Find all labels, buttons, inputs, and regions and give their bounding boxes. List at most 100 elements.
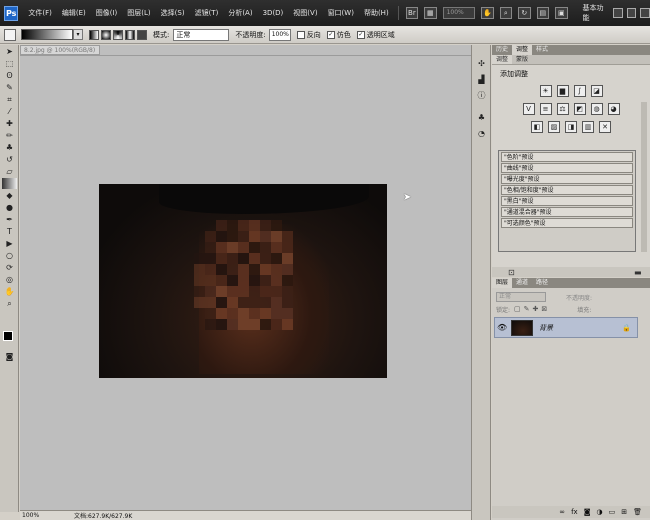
panel-options-icon[interactable]: ▬: [634, 268, 642, 277]
delete-layer-icon[interactable]: 🗑: [633, 508, 642, 516]
menu-view[interactable]: 视图(V): [288, 8, 322, 18]
foreground-color-swatch[interactable]: [3, 331, 13, 341]
mode-select[interactable]: 正常: [173, 28, 230, 41]
new-layer-icon[interactable]: ⊞: [621, 508, 627, 516]
linear-gradient-icon[interactable]: [89, 29, 99, 40]
brush-tool-icon[interactable]: ✏: [2, 130, 17, 141]
close-icon[interactable]: [640, 8, 650, 18]
blend-mode-select[interactable]: 正常: [496, 292, 546, 302]
black-white-icon[interactable]: ◩: [573, 103, 586, 115]
chevron-down-icon[interactable]: ▾: [73, 29, 83, 40]
menu-file[interactable]: 文件(F): [23, 8, 57, 18]
zoom-level-dropdown[interactable]: 100%: [442, 7, 476, 19]
diamond-gradient-icon[interactable]: [137, 29, 147, 40]
dither-checkbox[interactable]: ✓: [326, 30, 335, 39]
layer-row-background[interactable]: 👁 背景 🔒: [494, 317, 638, 338]
preset-channel-mixer[interactable]: "通道混合器"预设: [501, 207, 633, 217]
preset-levels[interactable]: "色阶"预设: [501, 152, 633, 162]
pen-tool-icon[interactable]: ✒: [2, 214, 17, 225]
transparency-checkbox[interactable]: ✓: [356, 30, 365, 39]
info-icon[interactable]: ⓘ: [475, 89, 488, 101]
3d-rotate-tool-icon[interactable]: ⟳: [2, 262, 17, 273]
reverse-checkbox[interactable]: [296, 30, 305, 39]
type-tool-icon[interactable]: T: [2, 226, 17, 237]
path-select-tool-icon[interactable]: ▶: [2, 238, 17, 249]
crop-tool-icon[interactable]: ⌗: [2, 94, 17, 105]
3d-orbit-tool-icon[interactable]: ◎: [2, 274, 17, 285]
menu-help[interactable]: 帮助(H): [359, 8, 394, 18]
radial-gradient-icon[interactable]: [101, 29, 111, 40]
new-group-icon[interactable]: ▭: [609, 508, 616, 516]
gradient-tool-icon[interactable]: [2, 178, 17, 189]
tab-paths[interactable]: 路径: [532, 278, 552, 288]
channel-mixer-icon[interactable]: ◕: [607, 103, 620, 115]
image-canvas[interactable]: [99, 184, 387, 378]
healing-brush-tool-icon[interactable]: ✚: [2, 118, 17, 129]
guides-icon[interactable]: ▦: [424, 7, 437, 19]
gradient-tool-preset-icon[interactable]: [4, 28, 16, 41]
preset-exposure[interactable]: "曝光度"预设: [501, 174, 633, 184]
subtab-adjustments[interactable]: 调整: [492, 55, 513, 64]
screen-mode-icon[interactable]: ▣: [555, 7, 568, 19]
hue-saturation-icon[interactable]: ≡: [539, 103, 552, 115]
angle-gradient-icon[interactable]: [113, 29, 123, 40]
clone-source-icon[interactable]: ♣: [475, 111, 488, 123]
link-layers-icon[interactable]: ∞: [559, 508, 565, 516]
selective-color-icon[interactable]: ✕: [599, 121, 611, 133]
menu-image[interactable]: 图像(I): [91, 8, 123, 18]
menu-layer[interactable]: 图层(L): [122, 8, 155, 18]
minimize-icon[interactable]: [613, 8, 623, 18]
color-balance-icon[interactable]: ⚖: [556, 103, 569, 115]
move-tool-icon[interactable]: ➤: [2, 46, 17, 57]
document-size-info[interactable]: 文档:627.9K/627.9K: [74, 511, 132, 520]
histogram-icon[interactable]: ▟: [475, 73, 488, 85]
exposure-icon[interactable]: ◪: [590, 85, 603, 97]
eyedropper-tool-icon[interactable]: ⁄: [2, 106, 17, 117]
eye-icon[interactable]: 👁: [497, 323, 507, 332]
new-adjustment-layer-icon[interactable]: ◑: [597, 508, 603, 516]
tab-history[interactable]: 历史: [492, 45, 512, 55]
gradient-picker[interactable]: [21, 29, 73, 40]
subtab-masks[interactable]: 蒙版: [512, 55, 532, 64]
tool-presets-icon[interactable]: ◔: [475, 127, 488, 139]
tab-channels[interactable]: 通道: [512, 278, 532, 288]
preset-selective-color[interactable]: "可选颜色"预设: [501, 218, 633, 228]
hand-icon[interactable]: ✋: [2, 286, 17, 297]
menu-edit[interactable]: 编辑(E): [57, 8, 91, 18]
invert-icon[interactable]: ◧: [531, 121, 543, 133]
gradient-map-icon[interactable]: ▥: [582, 121, 594, 133]
arrange-documents-icon[interactable]: ▤: [536, 7, 550, 19]
dodge-tool-icon[interactable]: ●: [2, 202, 17, 213]
document-tab[interactable]: 8.2.jpg @ 100%(RGB/8): [20, 45, 100, 55]
curves-icon[interactable]: ∫: [573, 85, 586, 97]
tab-adjustments[interactable]: 调整: [512, 45, 533, 55]
menu-select[interactable]: 选择(S): [156, 8, 190, 18]
preset-black-white[interactable]: "黑白"预设: [501, 196, 633, 206]
posterize-icon[interactable]: ▨: [548, 121, 560, 133]
rotate-view-icon[interactable]: ↻: [518, 7, 531, 19]
lock-pixels-icon[interactable]: ✎: [524, 305, 530, 313]
marquee-tool-icon[interactable]: ⬚: [2, 58, 17, 69]
clone-stamp-tool-icon[interactable]: ♣: [2, 142, 17, 153]
vibrance-icon[interactable]: V: [522, 103, 535, 115]
bridge-icon[interactable]: Br: [405, 7, 419, 19]
add-mask-icon[interactable]: ◙: [584, 508, 591, 516]
quick-select-tool-icon[interactable]: ✎: [2, 82, 17, 93]
menu-3d[interactable]: 3D(D): [258, 9, 289, 17]
preset-hue-saturation[interactable]: "色相/饱和度"预设: [501, 185, 633, 195]
lock-transparency-icon[interactable]: ▢: [514, 305, 521, 313]
tab-styles[interactable]: 样式: [532, 45, 552, 55]
menu-window[interactable]: 窗口(W): [323, 8, 359, 18]
blur-tool-icon[interactable]: ◆: [2, 190, 17, 201]
opacity-input[interactable]: 100%: [268, 28, 291, 41]
levels-icon[interactable]: ▆: [556, 85, 569, 97]
maximize-icon[interactable]: [626, 8, 637, 18]
brightness-contrast-icon[interactable]: ☀: [539, 85, 552, 97]
lasso-tool-icon[interactable]: ʘ: [2, 70, 17, 81]
history-brush-tool-icon[interactable]: ↺: [2, 154, 17, 165]
lock-all-icon[interactable]: ⊠: [541, 305, 547, 313]
photo-filter-icon[interactable]: ◍: [590, 103, 603, 115]
reflected-gradient-icon[interactable]: [125, 29, 135, 40]
clip-to-layer-icon[interactable]: ⊡: [508, 268, 515, 277]
zoom-tool-icon[interactable]: ⌕: [499, 7, 513, 19]
